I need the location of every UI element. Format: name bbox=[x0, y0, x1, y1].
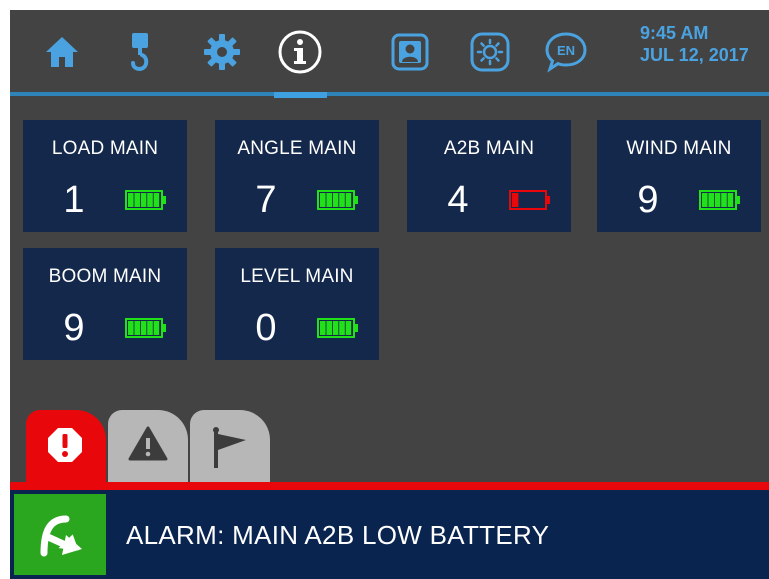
alarm-bar: ALARM: MAIN A2B LOW BATTERY bbox=[10, 490, 769, 579]
acknowledge-arrow-icon bbox=[40, 515, 82, 556]
crane-hook-icon bbox=[131, 33, 149, 72]
sensor-tile-load-main[interactable]: LOAD MAIN 1 bbox=[23, 120, 187, 232]
sensor-value: 7 bbox=[255, 179, 277, 221]
language-code: EN bbox=[557, 43, 575, 58]
sensor-name: BOOM MAIN bbox=[48, 266, 162, 287]
sensor-name: A2B MAIN bbox=[443, 138, 535, 159]
time-text: 9:45 AM bbox=[640, 23, 709, 43]
active-tab-indicator bbox=[274, 92, 327, 98]
sensor-name: ANGLE MAIN bbox=[237, 138, 357, 159]
tab-flags[interactable] bbox=[190, 410, 270, 482]
sensor-value: 9 bbox=[637, 179, 659, 221]
alarm-message: ALARM: MAIN A2B LOW BATTERY bbox=[126, 520, 550, 550]
language-button[interactable]: EN bbox=[542, 28, 590, 76]
sensor-value: 0 bbox=[255, 307, 277, 349]
tab-warnings[interactable] bbox=[108, 410, 188, 482]
home-button[interactable] bbox=[38, 28, 86, 76]
sensor-tile-angle-main[interactable]: ANGLE MAIN 7 bbox=[215, 120, 379, 232]
flag-icon bbox=[213, 427, 246, 468]
battery-icon bbox=[317, 318, 358, 338]
sensor-name: WIND MAIN bbox=[626, 138, 732, 159]
sensor-name: LOAD MAIN bbox=[51, 138, 159, 159]
sensor-tile-a2b-main[interactable]: A2B MAIN 4 bbox=[407, 120, 571, 232]
battery-icon bbox=[509, 190, 550, 210]
clock: 9:45 AM JUL 12, 2017 bbox=[640, 22, 749, 66]
sensor-tile-level-main[interactable]: LEVEL MAIN 0 bbox=[215, 248, 379, 360]
crane-hook-button[interactable] bbox=[116, 28, 164, 76]
brightness-button[interactable] bbox=[466, 28, 514, 76]
operator-button[interactable] bbox=[386, 28, 434, 76]
sensor-value: 1 bbox=[63, 179, 85, 221]
top-nav-bar: EN 9:45 AM JUL 12, 2017 bbox=[10, 10, 769, 98]
battery-icon bbox=[699, 190, 740, 210]
home-icon bbox=[46, 37, 78, 67]
date-text: JUL 12, 2017 bbox=[640, 45, 749, 65]
brightness-icon bbox=[470, 32, 510, 72]
tab-alarms[interactable] bbox=[26, 410, 106, 482]
settings-button[interactable] bbox=[198, 28, 246, 76]
info-button[interactable] bbox=[276, 28, 324, 76]
gear-icon bbox=[204, 34, 240, 70]
battery-icon bbox=[125, 318, 166, 338]
alarm-octagon-icon bbox=[48, 428, 82, 462]
sensor-value: 4 bbox=[447, 179, 469, 221]
alarm-divider bbox=[10, 482, 769, 490]
sensor-name: LEVEL MAIN bbox=[240, 266, 354, 287]
info-icon bbox=[278, 30, 322, 74]
operator-icon bbox=[391, 33, 429, 71]
warning-triangle-icon bbox=[128, 426, 168, 461]
sensor-tile-wind-main[interactable]: WIND MAIN 9 bbox=[597, 120, 761, 232]
battery-icon bbox=[125, 190, 166, 210]
header-divider bbox=[10, 92, 769, 96]
display-screen: EN 9:45 AM JUL 12, 2017 LOAD MAIN 1 ANGL… bbox=[10, 10, 769, 579]
sensor-value: 9 bbox=[63, 307, 85, 349]
sensor-tile-boom-main[interactable]: BOOM MAIN 9 bbox=[23, 248, 187, 360]
language-icon: EN bbox=[545, 32, 587, 73]
battery-icon bbox=[317, 190, 358, 210]
acknowledge-button[interactable] bbox=[14, 494, 106, 575]
